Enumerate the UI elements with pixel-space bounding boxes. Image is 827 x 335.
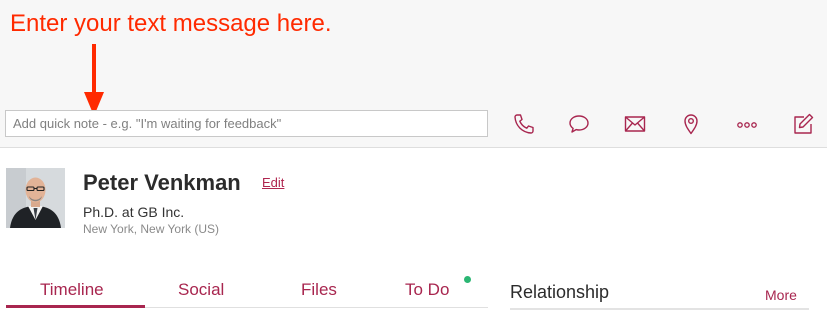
contact-location: New York, New York (US) — [83, 222, 220, 236]
annotation-text: Enter your text message here. — [10, 10, 332, 37]
envelope-icon — [624, 116, 646, 132]
contact-name: Peter Venkman — [83, 170, 241, 195]
relationship-divider — [510, 308, 809, 310]
tab-to-do[interactable]: To Do — [405, 280, 449, 300]
phone-icon — [514, 114, 534, 134]
edit-link[interactable]: Edit — [262, 175, 284, 190]
tab-files[interactable]: Files — [301, 280, 337, 300]
compose-icon — [794, 113, 814, 134]
quick-note-input[interactable] — [5, 110, 488, 137]
chat-bubble-icon — [569, 115, 589, 133]
more-dots-icon — [737, 122, 757, 128]
tab-social[interactable]: Social — [178, 280, 224, 300]
compose-button[interactable] — [788, 109, 818, 139]
header-divider — [0, 147, 827, 148]
profile-photo-icon — [6, 168, 65, 228]
todo-status-dot — [464, 276, 471, 283]
location-button[interactable] — [676, 109, 706, 139]
location-pin-icon — [684, 114, 698, 135]
more-button[interactable] — [732, 109, 762, 139]
annotation-arrow-icon — [84, 44, 104, 116]
avatar — [6, 168, 65, 228]
contact-title: Ph.D. at GB Inc. — [83, 204, 185, 220]
tab-timeline[interactable]: Timeline — [40, 280, 104, 300]
email-button[interactable] — [620, 109, 650, 139]
message-button[interactable] — [564, 109, 594, 139]
active-tab-indicator — [6, 305, 145, 308]
relationship-heading: Relationship — [510, 282, 610, 302]
relationship-more-link[interactable]: More — [765, 287, 797, 303]
phone-button[interactable] — [509, 109, 539, 139]
